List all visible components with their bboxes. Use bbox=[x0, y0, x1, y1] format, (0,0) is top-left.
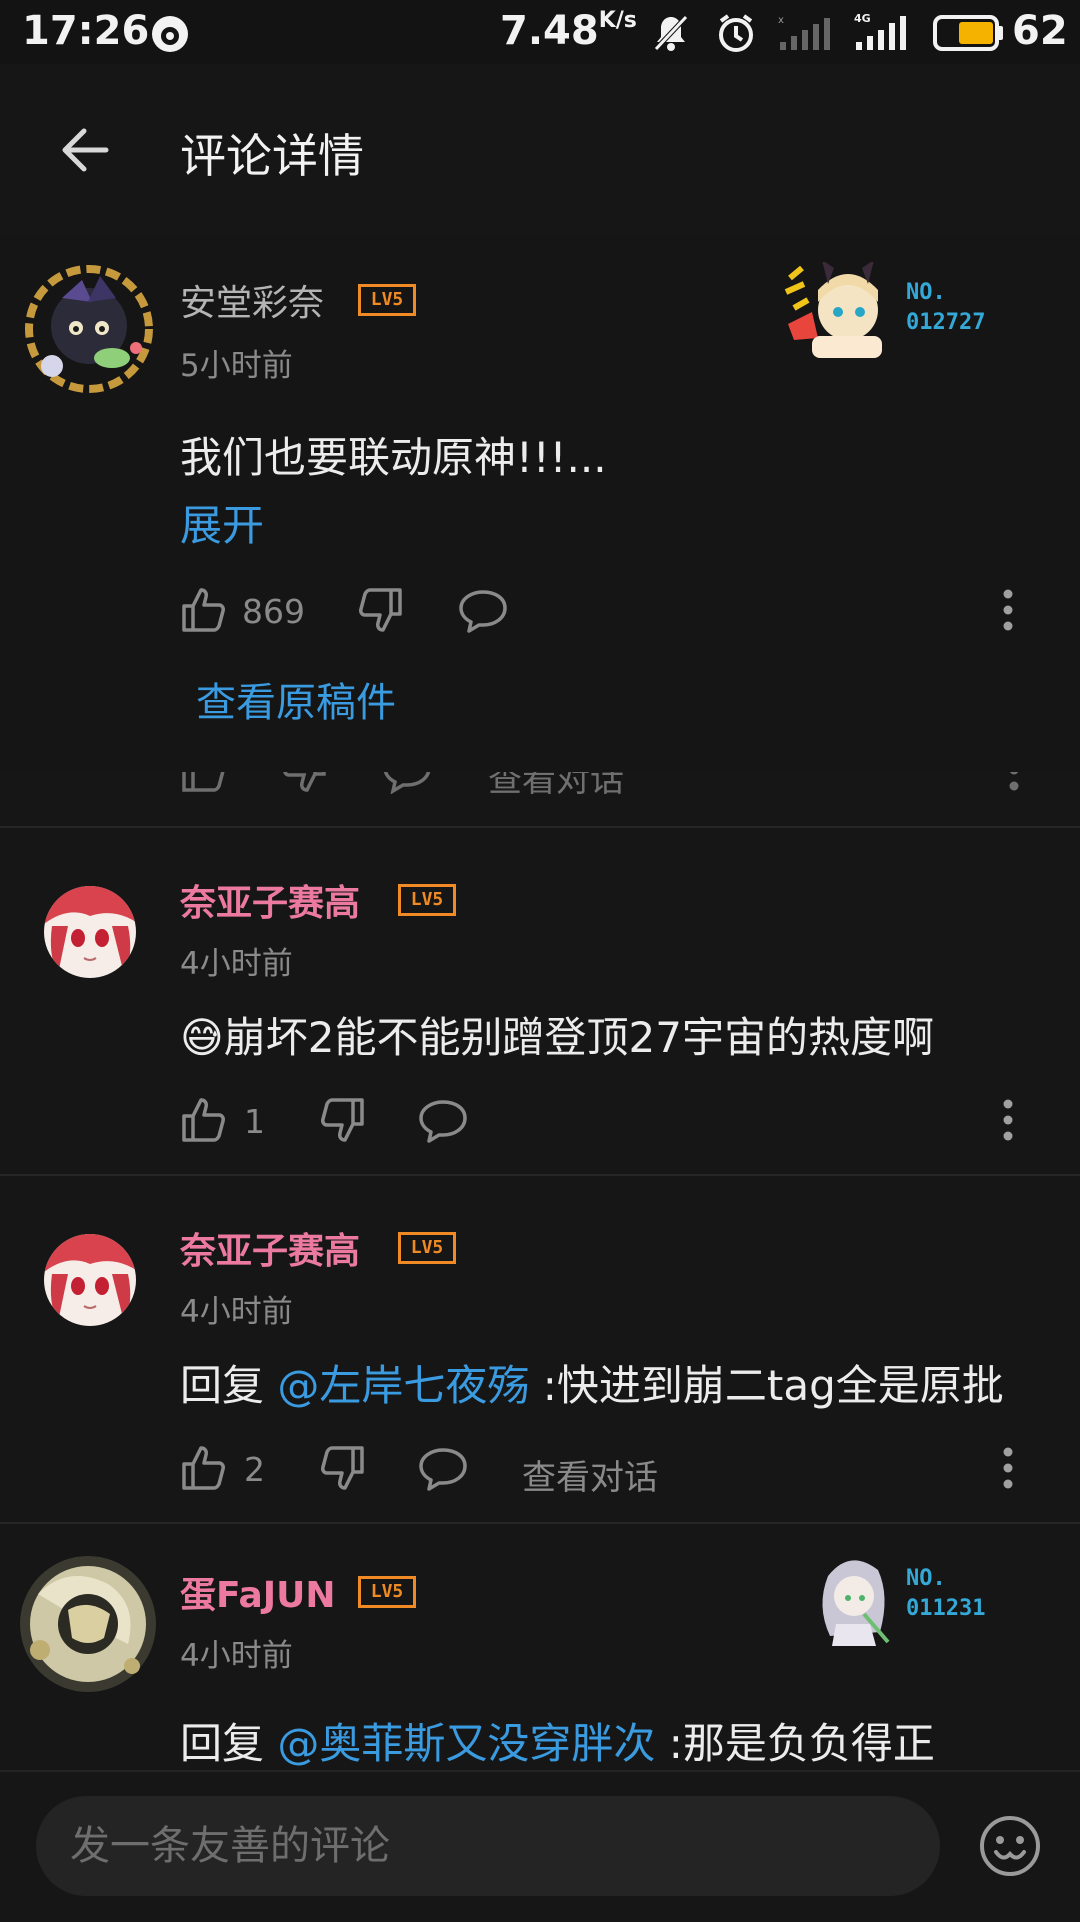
view-original-link[interactable]: 查看原稿件 bbox=[196, 670, 396, 728]
avatar[interactable] bbox=[18, 1554, 158, 1694]
mute-icon bbox=[650, 12, 692, 64]
action-row: 1 bbox=[180, 1096, 1050, 1146]
reply-prefix: 回复 bbox=[180, 1719, 278, 1768]
comment-time: 4小时前 bbox=[180, 1294, 293, 1330]
username[interactable]: 奈亚子赛高 bbox=[180, 874, 360, 926]
like-count: 869 bbox=[242, 592, 305, 631]
fan-badge[interactable]: NO. 011231 bbox=[810, 1546, 1010, 1646]
more-options-icon[interactable] bbox=[1002, 588, 1014, 636]
fan-number-label: NO. bbox=[906, 280, 946, 305]
comment-body: :那是负负得正 bbox=[655, 1719, 935, 1768]
signal-sim1-icon: x bbox=[778, 14, 834, 62]
avatar[interactable] bbox=[44, 1234, 136, 1326]
username[interactable]: 奈亚子赛高 bbox=[180, 1222, 360, 1274]
more-options-icon[interactable] bbox=[1002, 1446, 1014, 1494]
comment-input-bar bbox=[0, 1770, 1080, 1922]
list-item: 奈亚子赛高 LV5 4小时前 😅崩坏2能不能别蹭登顶27宇宙的热度啊 1 bbox=[0, 828, 1080, 1176]
level-badge: LV5 bbox=[398, 884, 456, 916]
alarm-icon bbox=[715, 12, 757, 64]
like-button[interactable] bbox=[180, 1096, 228, 1148]
view-conversation-link[interactable]: 查看对话 bbox=[488, 772, 624, 801]
comment-input[interactable] bbox=[36, 1796, 940, 1896]
like-button[interactable] bbox=[180, 772, 228, 798]
header: 评论详情 bbox=[0, 64, 1080, 234]
battery-icon bbox=[933, 14, 1005, 62]
username[interactable]: 安堂彩奈 bbox=[180, 274, 324, 326]
more-options-icon[interactable] bbox=[1008, 772, 1020, 796]
svg-text:x: x bbox=[778, 15, 784, 26]
main-comment: 安堂彩奈 LV5 5小时前 NO. 012727 我们也要联动原神!!!... … bbox=[0, 234, 1080, 774]
level-badge: LV5 bbox=[358, 284, 416, 316]
fan-number: 011231 bbox=[906, 1596, 986, 1621]
username[interactable]: 蛋FaJUN bbox=[180, 1566, 336, 1618]
status-bar: 17:26 7.48K/s x 4G 62 bbox=[0, 0, 1080, 64]
dislike-button[interactable] bbox=[356, 586, 404, 638]
comment-body: :快进到崩二tag全是原批 bbox=[529, 1361, 1004, 1410]
list-item: 奈亚子赛高 LV5 4小时前 回复 @左岸七夜殇 :快进到崩二tag全是原批 2… bbox=[0, 1176, 1080, 1524]
sweat-smile-emoji: 😅 bbox=[180, 1013, 224, 1062]
like-button[interactable] bbox=[180, 1444, 228, 1496]
page-title: 评论详情 bbox=[180, 129, 364, 183]
comment-text: 我们也要联动原神!!!... bbox=[180, 433, 607, 482]
svg-text:4G: 4G bbox=[854, 12, 871, 25]
dislike-button[interactable] bbox=[318, 1444, 366, 1496]
fan-number: 012727 bbox=[906, 310, 986, 335]
app-notification-icon bbox=[150, 14, 190, 64]
like-count: 2 bbox=[244, 1450, 265, 1489]
status-time: 17:26 bbox=[22, 8, 150, 54]
list-item: 蛋FaJUN LV5 4小时前 NO. 011231 回复 @奥菲斯又没穿胖次 … bbox=[0, 1524, 1080, 1770]
avatar[interactable] bbox=[44, 886, 136, 978]
view-conversation-link[interactable]: 查看对话 bbox=[522, 1450, 658, 1499]
action-row: 2 查看对话 bbox=[180, 1444, 1050, 1498]
fan-badge[interactable]: NO. 012727 bbox=[782, 262, 1012, 358]
like-count: 1 bbox=[244, 1102, 265, 1141]
comment-time: 5小时前 bbox=[180, 348, 293, 384]
reply-button[interactable] bbox=[418, 1446, 468, 1496]
avatar[interactable] bbox=[22, 262, 156, 396]
reply-button[interactable] bbox=[458, 588, 508, 638]
dislike-button[interactable] bbox=[280, 772, 328, 798]
comment-time: 4小时前 bbox=[180, 1638, 293, 1674]
comment-time: 4小时前 bbox=[180, 946, 293, 982]
dislike-button[interactable] bbox=[318, 1096, 366, 1148]
signal-4g-icon: 4G bbox=[854, 12, 910, 62]
expand-link[interactable]: 展开 bbox=[180, 492, 264, 553]
mention-link[interactable]: @左岸七夜殇 bbox=[277, 1361, 529, 1410]
level-badge: LV5 bbox=[358, 1576, 416, 1608]
fan-number-label: NO. bbox=[906, 1566, 946, 1591]
network-speed: 7.48K/s bbox=[500, 8, 637, 54]
reply-prefix: 回复 bbox=[180, 1361, 278, 1410]
battery-level: 62 bbox=[1012, 8, 1068, 54]
more-options-icon[interactable] bbox=[1002, 1098, 1014, 1146]
like-button[interactable] bbox=[180, 586, 228, 638]
reply-button[interactable] bbox=[382, 772, 432, 798]
comment-text: 😅崩坏2能不能别蹭登顶27宇宙的热度啊 bbox=[180, 1013, 934, 1062]
mention-link[interactable]: @奥菲斯又没穿胖次 bbox=[277, 1719, 655, 1768]
reply-button[interactable] bbox=[418, 1098, 468, 1148]
action-row: 869 bbox=[180, 586, 1050, 636]
comment-text: 回复 @左岸七夜殇 :快进到崩二tag全是原批 bbox=[180, 1352, 1004, 1413]
hidden-comment-actions: 查看对话 bbox=[0, 772, 1080, 828]
level-badge: LV5 bbox=[398, 1232, 456, 1264]
comment-text: 回复 @奥菲斯又没穿胖次 :那是负负得正 bbox=[180, 1710, 935, 1770]
back-arrow-icon[interactable] bbox=[56, 122, 112, 182]
emoji-button[interactable] bbox=[978, 1814, 1042, 1882]
network-speed-unit: K/s bbox=[598, 8, 637, 33]
